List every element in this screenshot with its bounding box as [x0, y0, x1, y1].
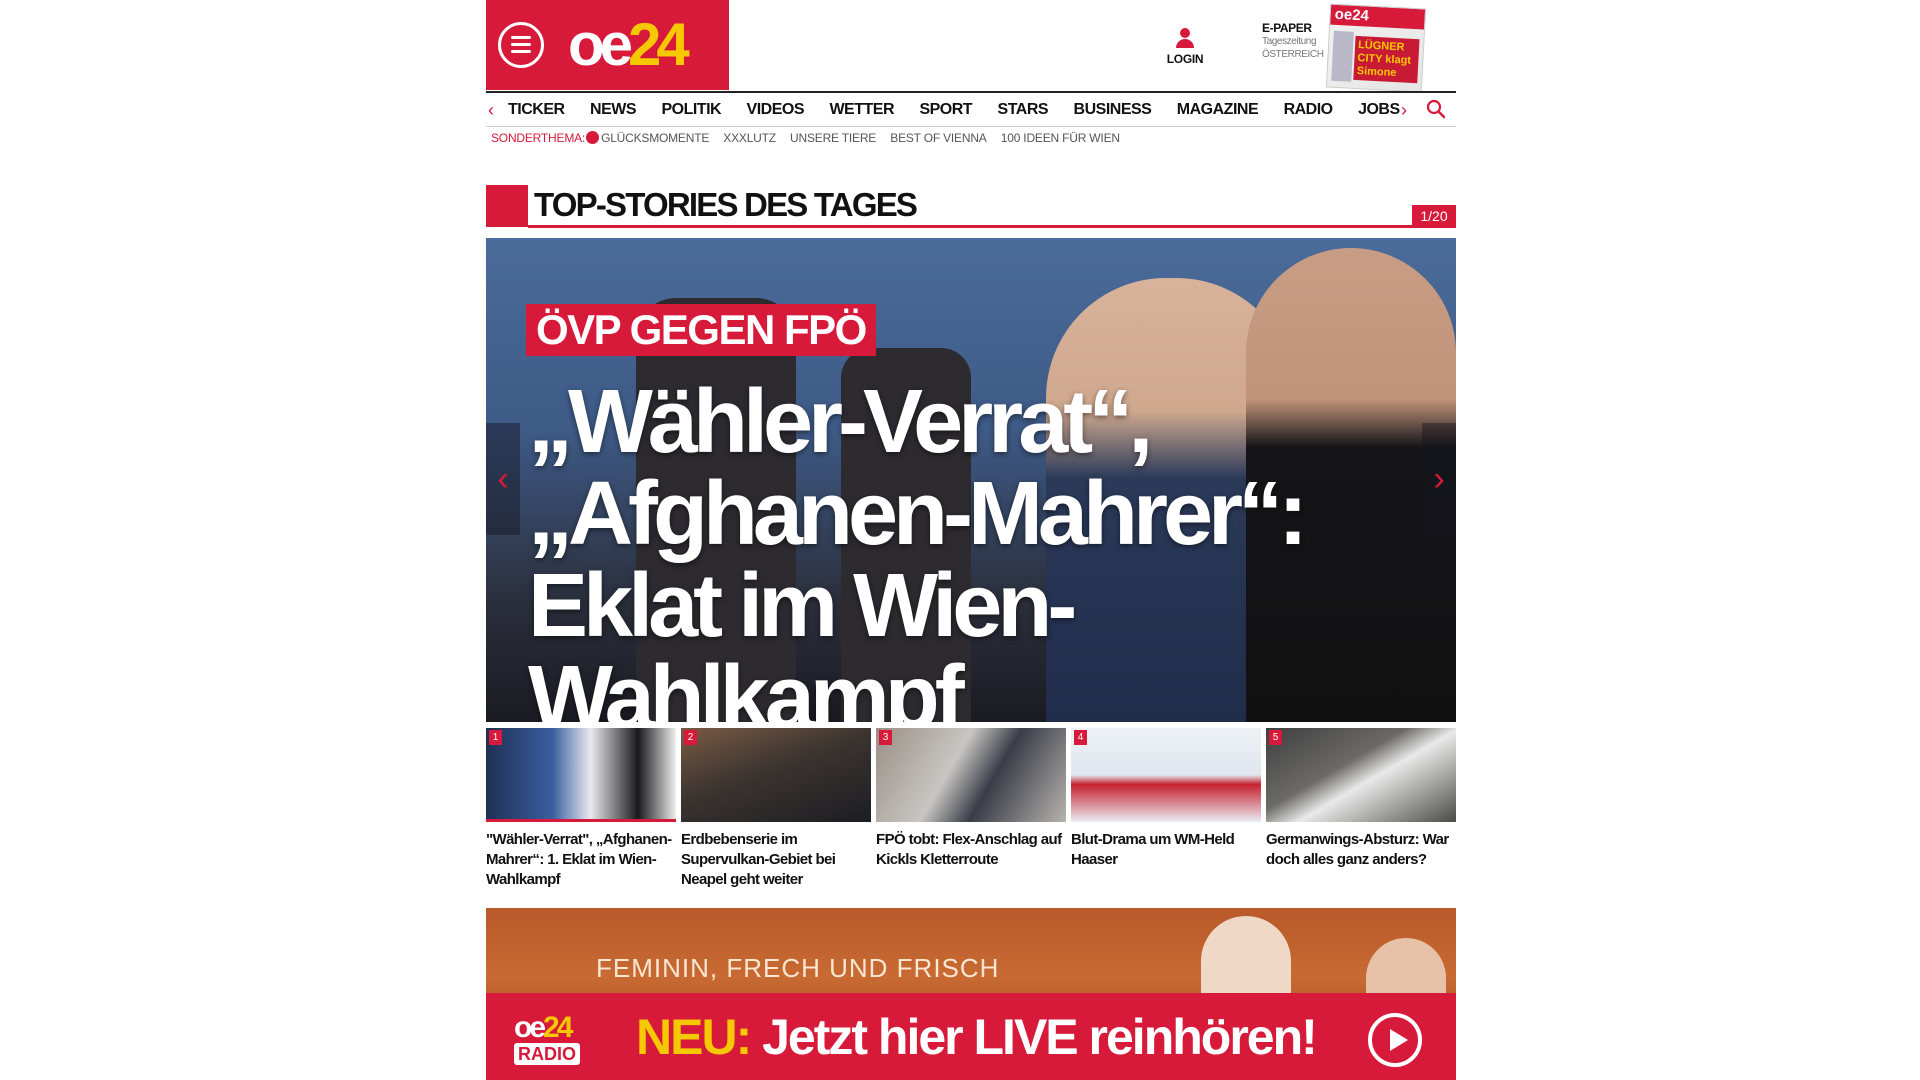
epaper-subtitle-2: ÖSTERREICH	[1262, 49, 1324, 60]
hero-next-arrow-icon[interactable]: ›	[1422, 423, 1456, 535]
nav-item-stars[interactable]: STARS	[998, 100, 1049, 120]
hero-headline-line-2: „Afghanen-Mahrer“:	[528, 464, 1308, 564]
hero-headline[interactable]: „Wähler-Verrat“, „Afghanen-Mahrer“: Ekla…	[528, 376, 1428, 722]
teaser-image[interactable]: 2	[681, 728, 871, 822]
nav-item-politik[interactable]: POLITIK	[661, 100, 721, 120]
hamburger-menu-icon[interactable]	[498, 22, 544, 68]
play-icon[interactable]	[1368, 1013, 1422, 1067]
oe24-logo[interactable]: oe24	[568, 12, 690, 78]
teaser-title[interactable]: FPÖ tobt: Flex-Anschlag auf Kickls Klett…	[876, 830, 1066, 870]
nav-item-magazine[interactable]: MAGAZINE	[1177, 100, 1259, 120]
nav-item-business[interactable]: BUSINESS	[1074, 100, 1152, 120]
nav-item-sport[interactable]: SPORT	[919, 100, 972, 120]
special-topics-bar: SONDERTHEMA: GLÜCKSMOMENTE XXXLUTZ UNSERE…	[491, 131, 1131, 145]
radio-logo-label: RADIO	[514, 1043, 580, 1065]
section-underline	[528, 225, 1456, 228]
teaser-title[interactable]: Germanwings-Absturz: War doch alles ganz…	[1266, 830, 1456, 870]
teaser-image[interactable]: 4	[1071, 728, 1261, 822]
teaser-item[interactable]: 2 Erdbebenserie im Supervulkan-Gebiet be…	[681, 728, 871, 890]
slider-counter: 1/20	[1412, 205, 1456, 228]
teaser-item[interactable]: 1 "Wähler-Verrat", „Afghanen-Mahrer“: 1.…	[486, 728, 676, 890]
subnav-item-gluecksmomente[interactable]: GLÜCKSMOMENTE	[601, 131, 709, 145]
teaser-rank: 2	[684, 730, 697, 745]
subnav-item-xxxlutz[interactable]: XXXLUTZ	[723, 131, 776, 145]
nav-scroll-left-icon[interactable]: ‹	[488, 100, 494, 120]
nav-item-ticker[interactable]: TICKER	[508, 100, 565, 120]
nav-item-wetter[interactable]: WETTER	[829, 100, 894, 120]
hero-headline-line-3: Eklat im Wien-Wahlkampf	[528, 556, 1077, 722]
teaser-image[interactable]: 5	[1266, 728, 1456, 822]
teaser-rank: 4	[1074, 730, 1087, 745]
section-title: TOP-STORIES DES TAGES	[534, 186, 918, 223]
teaser-item[interactable]: 5 Germanwings-Absturz: War doch alles ga…	[1266, 728, 1456, 870]
subnav-item-100-ideen[interactable]: 100 IDEEN FÜR WIEN	[1001, 131, 1120, 145]
login-label: LOGIN	[1166, 52, 1204, 66]
hero-slider[interactable]: ÖVP GEGEN FPÖ „Wähler-Verrat“, „Afghanen…	[486, 238, 1456, 722]
epaper-link[interactable]: E-PAPER Tageszeitung ÖSTERREICH	[1262, 22, 1328, 61]
teaser-rank: 3	[879, 730, 892, 745]
hero-headline-line-1: „Wähler-Verrat“,	[528, 372, 1153, 472]
logo-area[interactable]: oe24	[486, 0, 729, 90]
epaper-thumb-headline: LÜGNER CITY klagt Simone	[1353, 35, 1420, 84]
subnav-item-unsere-tiere[interactable]: UNSERE TIERE	[790, 131, 876, 145]
teaser-image[interactable]: 3	[876, 728, 1066, 822]
teaser-rank: 5	[1269, 730, 1282, 745]
page-container: oe24 LOGIN E-PAPER Tageszeitung ÖSTERREI…	[486, 0, 1456, 1080]
section-accent-block	[486, 185, 528, 227]
teaser-title[interactable]: "Wähler-Verrat", „Afghanen-Mahrer“: 1. E…	[486, 830, 676, 890]
special-topic-label: SONDERTHEMA:	[491, 131, 586, 145]
banner-cta-strip[interactable]: oe24 RADIO NEU: Jetzt hier LIVE reinhöre…	[486, 993, 1456, 1080]
epaper-title: E-PAPER	[1262, 21, 1312, 35]
teaser-title[interactable]: Erdbebenserie im Supervulkan-Gebiet bei …	[681, 830, 871, 890]
radio-ad-banner[interactable]: FEMININ, FRECH UND FRISCH oe24 RADIO NEU…	[486, 908, 1456, 1080]
teaser-item[interactable]: 4 Blut-Drama um WM-Held Haaser	[1071, 728, 1261, 870]
teaser-item[interactable]: 3 FPÖ tobt: Flex-Anschlag auf Kickls Kle…	[876, 728, 1066, 870]
teaser-title[interactable]: Blut-Drama um WM-Held Haaser	[1071, 830, 1261, 870]
nav-item-news[interactable]: NEWS	[590, 100, 637, 120]
banner-tagline: FEMININ, FRECH UND FRISCH	[596, 953, 1000, 983]
hero-kicker: ÖVP GEGEN FPÖ	[526, 304, 876, 356]
nav-item-radio[interactable]: RADIO	[1284, 100, 1334, 120]
oe24-radio-logo: oe24 RADIO	[514, 1013, 604, 1073]
main-navigation: ‹ TICKER NEWS POLITIK VIDEOS WETTER SPOR…	[486, 91, 1456, 127]
nav-item-videos[interactable]: VIDEOS	[747, 100, 805, 120]
search-icon[interactable]	[1426, 99, 1446, 119]
top-stories-teaser-row: 1 "Wähler-Verrat", „Afghanen-Mahrer“: 1.…	[486, 728, 1456, 898]
teaser-image[interactable]: 1	[486, 728, 676, 822]
subnav-item-best-of-vienna[interactable]: BEST OF VIENNA	[890, 131, 987, 145]
banner-cta-text[interactable]: NEU: Jetzt hier LIVE reinhören!	[636, 1009, 1318, 1065]
epaper-subtitle: Tageszeitung	[1262, 36, 1317, 47]
epaper-thumb-brand: oe24	[1330, 4, 1426, 30]
login-button[interactable]: LOGIN	[1163, 28, 1207, 66]
special-topic-icon	[586, 131, 600, 144]
epaper-cover-thumbnail[interactable]: oe24 LÜGNER CITY klagt Simone	[1325, 3, 1427, 93]
nav-scroll-right-icon[interactable]: ›	[1401, 100, 1407, 120]
teaser-rank: 1	[489, 730, 502, 745]
hero-prev-arrow-icon[interactable]: ‹	[486, 423, 520, 535]
nav-item-jobs[interactable]: JOBS	[1358, 100, 1400, 120]
user-icon	[1163, 28, 1207, 48]
